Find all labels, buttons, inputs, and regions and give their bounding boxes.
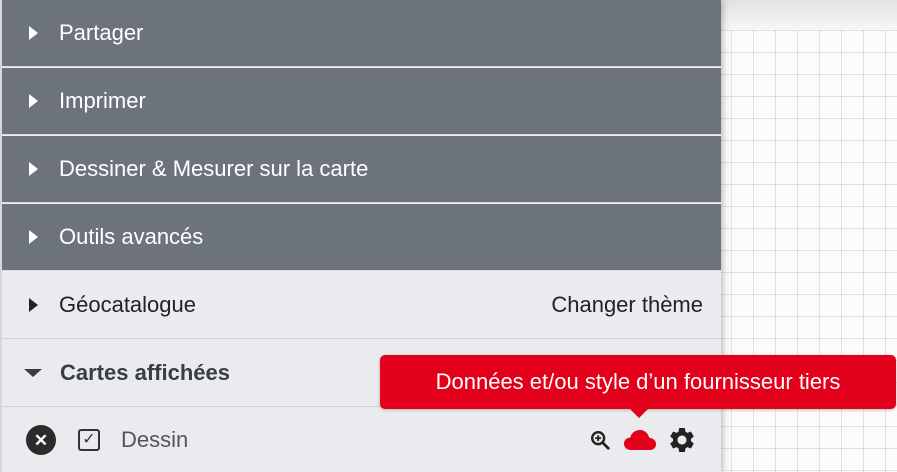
menu-item-label: Imprimer: [59, 88, 146, 113]
menu-item-dessiner-mesurer[interactable]: Dessiner & Mesurer sur la carte: [2, 136, 721, 203]
menu-item-imprimer[interactable]: Imprimer: [2, 68, 721, 135]
caret-right-icon: [29, 298, 38, 312]
menu-item-label: Partager: [59, 20, 144, 45]
caret-right-icon: [29, 162, 38, 176]
zoom-in-icon: [591, 431, 610, 450]
caret-right-icon: [29, 26, 38, 40]
menu-item-outils-avances[interactable]: Outils avancés: [2, 204, 721, 271]
remove-layer-button[interactable]: ✕: [26, 425, 56, 455]
checkmark-icon: ✓: [82, 431, 96, 448]
caret-right-icon: [29, 230, 38, 244]
layer-visibility-checkbox[interactable]: ✓: [78, 429, 100, 451]
layer-settings-button[interactable]: [667, 425, 697, 455]
menu-item-label: Outils avancés: [59, 224, 204, 249]
tooltip-text: Données et/ou style d’un fournisseur tie…: [435, 369, 841, 394]
menu-item-partager[interactable]: Partager: [2, 0, 721, 67]
menu-item-label: Géocatalogue: [59, 292, 196, 317]
cloud-icon: [624, 430, 656, 450]
change-theme-link[interactable]: Changer thème: [551, 292, 703, 318]
caret-down-icon: [24, 369, 42, 377]
caret-right-icon: [29, 94, 38, 108]
menu-item-label: Dessiner & Mesurer sur la carte: [59, 156, 369, 181]
layer-row: ✕ ✓ Dessin: [2, 408, 721, 472]
menu-item-geocatalogue[interactable]: Géocatalogue Changer thème: [2, 272, 721, 339]
tooltip-arrow: [629, 408, 649, 418]
third-party-tooltip: Données et/ou style d’un fournisseur tie…: [380, 355, 896, 409]
gear-icon: [670, 428, 694, 452]
zoom-to-layer-button[interactable]: [589, 429, 611, 451]
third-party-data-button[interactable]: [623, 428, 657, 452]
close-icon: ✕: [33, 430, 49, 450]
layer-name: Dessin: [121, 427, 189, 452]
